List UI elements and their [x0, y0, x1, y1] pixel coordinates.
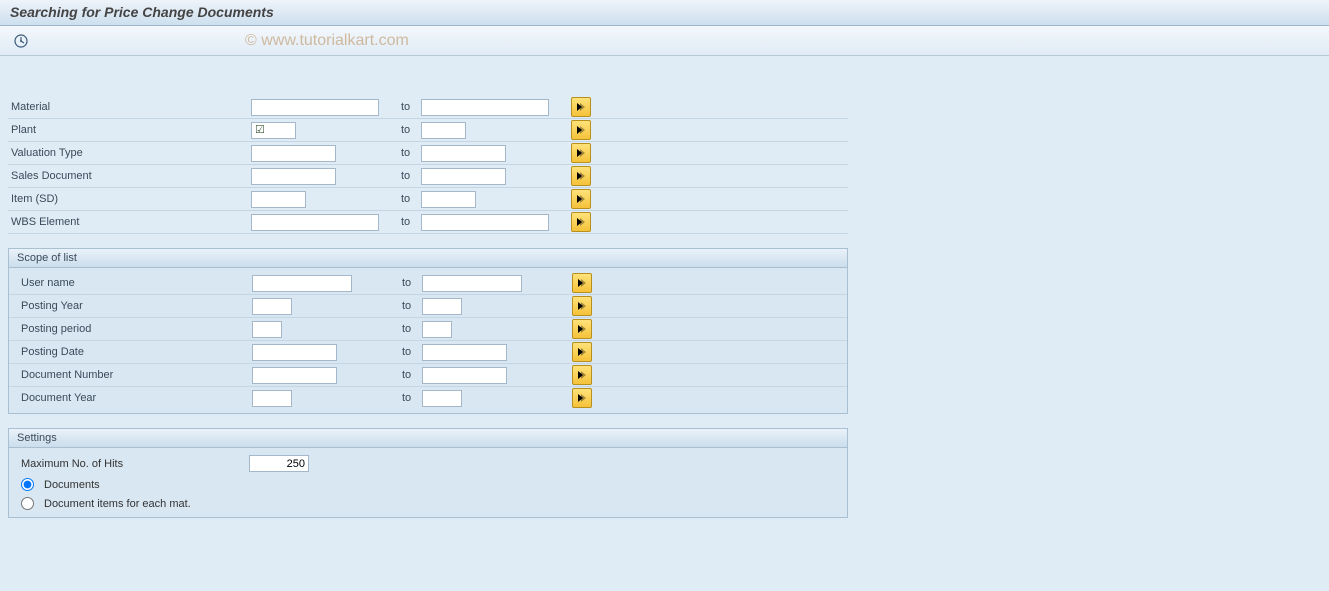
year-label: Posting Year	[9, 295, 249, 318]
wbs-high-input[interactable]	[421, 214, 549, 231]
item-low-input[interactable]	[251, 191, 306, 208]
wbs-label: WBS Element	[8, 211, 248, 234]
maxhits-input[interactable]	[249, 455, 309, 472]
to-label: to	[399, 387, 419, 410]
date-label: Posting Date	[9, 341, 249, 364]
period-high-input[interactable]	[422, 321, 452, 338]
arrow-right-icon	[576, 102, 586, 112]
year-high-input[interactable]	[422, 298, 462, 315]
salesdoc-label: Sales Document	[8, 165, 248, 188]
plant-high-input[interactable]	[421, 122, 466, 139]
wbs-low-input[interactable]	[251, 214, 379, 231]
to-label: to	[399, 295, 419, 318]
docnum-label: Document Number	[9, 364, 249, 387]
docyear-label: Document Year	[9, 387, 249, 410]
watermark: © www.tutorialkart.com	[245, 32, 409, 50]
docyear-low-input[interactable]	[252, 390, 292, 407]
period-label: Posting period	[9, 318, 249, 341]
scope-groupbox: Scope of list User name to Posting Year …	[8, 248, 848, 414]
selection-block: Material to Plant ☑ to Valuation Type to…	[8, 96, 848, 234]
arrow-right-icon	[577, 278, 587, 288]
doc-items-radio-label: Document items for each mat.	[44, 498, 191, 510]
to-label: to	[399, 318, 419, 341]
maxhits-label: Maximum No. of Hits	[21, 458, 249, 470]
year-low-input[interactable]	[252, 298, 292, 315]
docyear-high-input[interactable]	[422, 390, 462, 407]
to-label: to	[398, 188, 418, 211]
page-title: Searching for Price Change Documents	[0, 0, 1329, 26]
arrow-right-icon	[576, 125, 586, 135]
item-high-input[interactable]	[421, 191, 476, 208]
to-label: to	[398, 96, 418, 119]
to-label: to	[398, 211, 418, 234]
material-low-input[interactable]	[251, 99, 379, 116]
arrow-right-icon	[577, 393, 587, 403]
plant-multi-button[interactable]	[571, 120, 591, 140]
arrow-right-icon	[577, 324, 587, 334]
user-high-input[interactable]	[422, 275, 522, 292]
plant-label: Plant	[8, 119, 248, 142]
to-label: to	[399, 341, 419, 364]
execute-button[interactable]	[10, 31, 32, 51]
to-label: to	[398, 119, 418, 142]
to-label: to	[399, 364, 419, 387]
clock-execute-icon	[13, 33, 29, 49]
toolbar: © www.tutorialkart.com	[0, 26, 1329, 56]
item-multi-button[interactable]	[571, 189, 591, 209]
doc-items-radio[interactable]	[21, 497, 34, 510]
valtype-multi-button[interactable]	[571, 143, 591, 163]
docnum-multi-button[interactable]	[572, 365, 592, 385]
period-multi-button[interactable]	[572, 319, 592, 339]
arrow-right-icon	[577, 347, 587, 357]
material-label: Material	[8, 96, 248, 119]
period-low-input[interactable]	[252, 321, 282, 338]
user-multi-button[interactable]	[572, 273, 592, 293]
to-label: to	[398, 142, 418, 165]
valtype-high-input[interactable]	[421, 145, 506, 162]
to-label: to	[398, 165, 418, 188]
user-low-input[interactable]	[252, 275, 352, 292]
arrow-right-icon	[577, 301, 587, 311]
docnum-low-input[interactable]	[252, 367, 337, 384]
item-label: Item (SD)	[8, 188, 248, 211]
documents-radio-label: Documents	[44, 479, 100, 491]
docnum-high-input[interactable]	[422, 367, 507, 384]
salesdoc-low-input[interactable]	[251, 168, 336, 185]
material-multi-button[interactable]	[571, 97, 591, 117]
salesdoc-multi-button[interactable]	[571, 166, 591, 186]
plant-low-input[interactable]	[251, 122, 296, 139]
docyear-multi-button[interactable]	[572, 388, 592, 408]
arrow-right-icon	[576, 217, 586, 227]
arrow-right-icon	[576, 194, 586, 204]
date-high-input[interactable]	[422, 344, 507, 361]
arrow-right-icon	[576, 148, 586, 158]
user-label: User name	[9, 272, 249, 295]
scope-title: Scope of list	[9, 249, 847, 268]
arrow-right-icon	[576, 171, 586, 181]
settings-title: Settings	[9, 429, 847, 448]
documents-radio[interactable]	[21, 478, 34, 491]
date-low-input[interactable]	[252, 344, 337, 361]
year-multi-button[interactable]	[572, 296, 592, 316]
arrow-right-icon	[577, 370, 587, 380]
valtype-low-input[interactable]	[251, 145, 336, 162]
wbs-multi-button[interactable]	[571, 212, 591, 232]
valtype-label: Valuation Type	[8, 142, 248, 165]
salesdoc-high-input[interactable]	[421, 168, 506, 185]
settings-groupbox: Settings Maximum No. of Hits Documents D…	[8, 428, 848, 518]
to-label: to	[399, 272, 419, 295]
content-area: Material to Plant ☑ to Valuation Type to…	[0, 56, 1329, 526]
date-multi-button[interactable]	[572, 342, 592, 362]
material-high-input[interactable]	[421, 99, 549, 116]
